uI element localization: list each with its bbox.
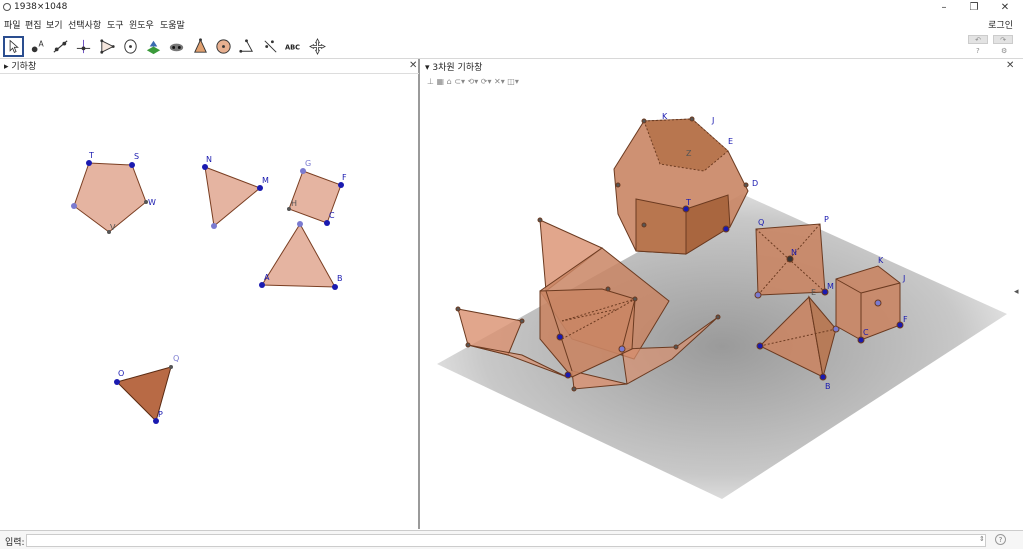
svg-text:E: E	[811, 288, 816, 297]
svg-text:K: K	[878, 256, 884, 265]
title-bar: 1938×1048 – ❐ ✕	[0, 0, 1023, 16]
command-input-field[interactable]	[26, 534, 986, 547]
undo-button[interactable]: ↶	[968, 35, 988, 44]
svg-text:M: M	[827, 282, 834, 291]
svg-text:E: E	[728, 137, 733, 146]
menu-help[interactable]: 도움말	[160, 18, 185, 31]
svg-text:D: D	[752, 179, 758, 188]
settings-icon[interactable]: ⚙	[1001, 47, 1007, 55]
3d-style-bar[interactable]: ⊥ ▦ ⌂ ⊂▾ ⟲▾ ⟳▾ ✕▾ ◫▾	[426, 75, 586, 86]
triangle-opq-shape[interactable]: O Q P	[114, 354, 179, 424]
menu-view[interactable]: 보기	[46, 18, 63, 31]
menu-bar: 파일 편집 보기 선택사항 도구 윈도우 도움말	[0, 16, 1023, 32]
svg-text:S: S	[134, 152, 139, 161]
svg-text:M: M	[262, 176, 269, 185]
svg-text:Q: Q	[758, 218, 764, 227]
point-tool-icon[interactable]: A	[27, 36, 48, 57]
polygon-tool-icon[interactable]	[97, 36, 118, 57]
app-icon	[3, 3, 11, 11]
window-title: 1938×1048	[14, 2, 68, 12]
svg-text:W: W	[148, 198, 156, 207]
input-label: 입력:	[5, 538, 25, 548]
svg-text:A: A	[38, 40, 44, 49]
triangle-abc-shape[interactable]: A B	[259, 221, 343, 290]
svg-text:T: T	[88, 151, 94, 160]
svg-text:P: P	[824, 215, 829, 224]
svg-text:Q: Q	[173, 354, 179, 363]
input-bar: 입력: ⇕ ?	[0, 530, 1023, 549]
sphere-tool-icon[interactable]	[213, 36, 234, 57]
line-tool-icon[interactable]	[50, 36, 71, 57]
svg-text:G: G	[305, 159, 311, 168]
svg-text:P: P	[158, 410, 163, 419]
minimize-button[interactable]: –	[936, 1, 952, 14]
svg-text:⊥ ▦ ⌂ ⊂▾ ⟲▾ ⟳▾ ✕▾ ◫▾: ⊥ ▦ ⌂ ⊂▾ ⟲▾ ⟳▾ ✕▾ ◫▾	[427, 77, 519, 86]
redo-button[interactable]: ↷	[993, 35, 1013, 44]
intersect-tool-icon[interactable]	[166, 36, 187, 57]
plane-tool-icon[interactable]	[143, 36, 164, 57]
input-dropdown-icon[interactable]: ⇕	[979, 535, 985, 543]
svg-text:K: K	[662, 112, 668, 121]
toolbar: A ABC ↶ ↷ ? ⚙	[0, 33, 1023, 59]
svg-text:N: N	[206, 155, 212, 164]
3d-canvas[interactable]: ⊥ ▦ ⌂ ⊂▾ ⟲▾ ⟳▾ ✕▾ ◫▾ K J E D Z T Q P N M…	[422, 59, 1022, 529]
close-button[interactable]: ✕	[997, 1, 1013, 14]
svg-text:ABC: ABC	[285, 43, 300, 51]
graphics-canvas[interactable]: T S W V N M G F H C A B O Q P	[0, 59, 420, 529]
help-icon[interactable]: ?	[976, 47, 980, 55]
pentagon-shape[interactable]: T S W V	[71, 151, 156, 234]
svg-text:T: T	[685, 198, 691, 207]
menu-file[interactable]: 파일	[4, 18, 21, 31]
graphics-view[interactable]: ▸ 기하창 ✕ T S W V N M G F H C A B O Q P	[0, 59, 420, 529]
base-plane	[437, 194, 1007, 499]
svg-text:J: J	[902, 274, 905, 283]
square-shape[interactable]: G F H C	[287, 159, 347, 226]
svg-text:A: A	[264, 273, 270, 282]
move-graphics-icon[interactable]	[307, 36, 328, 57]
svg-text:B: B	[825, 382, 831, 391]
svg-text:Z: Z	[686, 149, 692, 158]
svg-text:C: C	[863, 328, 869, 337]
svg-text:F: F	[342, 173, 347, 182]
triangle-nm-shape[interactable]: N M	[202, 155, 269, 229]
svg-text:J: J	[711, 116, 714, 125]
svg-text:N: N	[791, 248, 797, 257]
pyramid-tool-icon[interactable]	[190, 36, 211, 57]
svg-text:O: O	[118, 369, 124, 378]
restore-button[interactable]: ❐	[966, 1, 982, 14]
svg-text:B: B	[337, 274, 343, 283]
svg-text:C: C	[329, 211, 335, 220]
menu-tools[interactable]: 도구	[107, 18, 124, 31]
menu-options[interactable]: 선택사항	[68, 18, 101, 31]
text-tool-icon[interactable]: ABC	[283, 36, 304, 57]
angle-tool-icon[interactable]	[236, 36, 257, 57]
input-help-icon[interactable]: ?	[995, 534, 1006, 545]
menu-window[interactable]: 윈도우	[129, 18, 154, 31]
svg-text:H: H	[291, 199, 297, 208]
svg-text:V: V	[110, 223, 116, 232]
menu-edit[interactable]: 편집	[25, 18, 42, 31]
circle-tool-icon[interactable]	[120, 36, 141, 57]
move-tool-icon[interactable]	[3, 36, 24, 57]
login-link[interactable]: 로그인	[988, 18, 1013, 31]
perpendicular-tool-icon[interactable]	[73, 36, 94, 57]
3d-graphics-view[interactable]: ▾ 3차원 기하창 ✕ ◂ ⊥ ▦ ⌂ ⊂▾ ⟲▾ ⟳▾ ✕▾ ◫▾ K J E…	[422, 59, 1023, 529]
reflect-tool-icon[interactable]	[260, 36, 281, 57]
svg-text:F: F	[903, 315, 908, 324]
